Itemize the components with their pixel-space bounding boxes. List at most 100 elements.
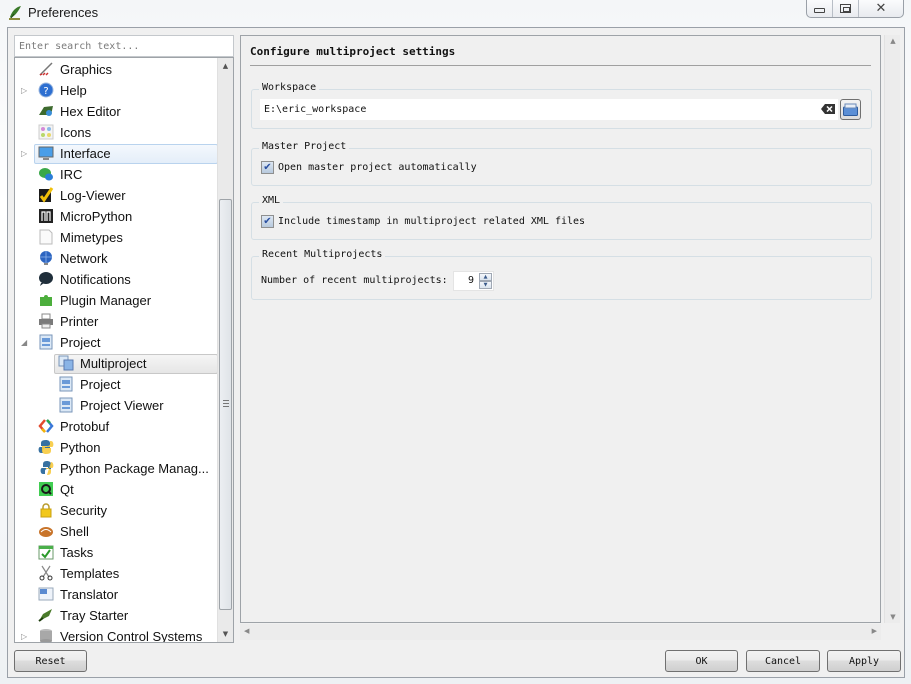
- tree-item-label: Notifications: [60, 272, 131, 287]
- tree-item-hex-editor[interactable]: Hex Editor: [15, 101, 218, 122]
- tree-item-label: Multiproject: [80, 356, 147, 371]
- tree-item-label: Tasks: [60, 545, 94, 560]
- scroll-up-arrow-icon[interactable]: ▲: [887, 37, 899, 45]
- tree-item-templates[interactable]: Templates: [15, 563, 218, 584]
- tree-item-label: Protobuf: [60, 419, 110, 434]
- collapsed-arrow-icon[interactable]: ▷: [21, 87, 29, 95]
- page-title: Configure multiproject settings: [250, 45, 456, 58]
- protobuf-icon: [38, 419, 54, 433]
- tree-item-network[interactable]: Network: [15, 248, 218, 269]
- tree-item-graphics[interactable]: Graphics: [15, 59, 218, 80]
- open-master-project-label[interactable]: Open master project automatically: [278, 162, 477, 173]
- recent-count-value[interactable]: 9: [468, 275, 474, 286]
- preferences-window: Preferences ✕ Graphics ▷? Help Hex Editor Ic…: [0, 0, 911, 684]
- minimize-icon: [814, 8, 825, 13]
- tree-item-version-control-systems[interactable]: ▷ Version Control Systems: [15, 626, 218, 642]
- tree-item-python-package-manag[interactable]: Python Package Manag...: [15, 458, 218, 479]
- network-globe-icon: [40, 251, 52, 265]
- tree-item-printer[interactable]: Printer: [15, 311, 218, 332]
- tree-item-log-viewer[interactable]: Log-Viewer: [15, 185, 218, 206]
- tree-item-translator[interactable]: Translator: [15, 584, 218, 605]
- recent-count-spinbox[interactable]: 9 ▲ ▼: [453, 271, 494, 291]
- tree-item-label: Network: [60, 251, 108, 266]
- apply-button[interactable]: Apply: [827, 650, 901, 672]
- tree-item-shell[interactable]: Shell: [15, 521, 218, 542]
- close-icon: ✕: [875, 1, 887, 16]
- tree-item-tray-starter[interactable]: Tray Starter: [15, 605, 218, 626]
- tree-item-project[interactable]: ◢ Project: [15, 332, 218, 353]
- tree-item-security[interactable]: Security: [15, 500, 218, 521]
- tree-item-label: Security: [60, 503, 107, 518]
- recent-count-label: Number of recent multiprojects:: [261, 275, 448, 286]
- page-horizontal-scrollbar[interactable]: ◀ ▶: [240, 624, 881, 640]
- cancel-button[interactable]: Cancel: [746, 650, 820, 672]
- tree-item-notifications[interactable]: Notifications: [15, 269, 218, 290]
- notifications-icon: [39, 272, 53, 286]
- scroll-down-arrow-icon[interactable]: ▼: [218, 626, 233, 642]
- tree-item-project-viewer[interactable]: Project Viewer: [15, 395, 218, 416]
- tree-item-label: Project: [80, 377, 121, 392]
- tree-item-interface[interactable]: ▷ Interface: [15, 143, 218, 164]
- tree-item-mimetypes[interactable]: Mimetypes: [15, 227, 218, 248]
- reset-button[interactable]: Reset: [14, 650, 87, 672]
- clear-input-icon[interactable]: [821, 104, 835, 114]
- include-timestamp-label[interactable]: Include timestamp in multiproject relate…: [278, 216, 585, 227]
- title-divider: [250, 65, 871, 66]
- tree-item-label: Icons: [60, 125, 92, 140]
- workspace-group-title: Workspace: [259, 82, 320, 93]
- master-project-group-title: Master Project: [259, 141, 350, 152]
- tree-item-micropython[interactable]: MicroPython: [15, 206, 218, 227]
- preferences-tree[interactable]: Graphics ▷? Help Hex Editor Icons ▷ Interface I…: [14, 57, 234, 643]
- svg-text:?: ?: [43, 86, 48, 97]
- scroll-left-arrow-icon[interactable]: ◀: [244, 627, 249, 635]
- window-title: Preferences: [28, 5, 99, 20]
- tasks-check-icon: [38, 545, 54, 560]
- translator-icon: [38, 587, 54, 601]
- maximize-button[interactable]: [833, 0, 859, 17]
- tree-item-tasks[interactable]: Tasks: [15, 542, 218, 563]
- tree-item-python[interactable]: Python: [15, 437, 218, 458]
- log-viewer-icon: [39, 187, 54, 203]
- tree-item-label: Log-Viewer: [60, 188, 126, 203]
- spin-up-icon[interactable]: ▲: [479, 273, 492, 281]
- project-icon: [39, 334, 53, 350]
- project-icon: [59, 397, 73, 413]
- help-icon: ?: [38, 82, 54, 98]
- close-button[interactable]: ✕: [859, 0, 903, 17]
- ok-button[interactable]: OK: [665, 650, 738, 672]
- search-input[interactable]: [14, 35, 234, 57]
- tree-item-label: MicroPython: [60, 209, 133, 224]
- scissors-icon: [39, 565, 53, 581]
- page-vertical-scrollbar[interactable]: ▲ ▼: [884, 35, 900, 623]
- collapsed-arrow-icon[interactable]: ▷: [21, 633, 29, 641]
- spin-down-icon[interactable]: ▼: [479, 281, 492, 289]
- scroll-up-arrow-icon[interactable]: ▲: [218, 58, 233, 74]
- workspace-path-input[interactable]: [260, 99, 838, 120]
- tree-item-qt[interactable]: Qt: [15, 479, 218, 500]
- tree-item-protobuf[interactable]: Protobuf: [15, 416, 218, 437]
- tree-item-multiproject[interactable]: Multiproject: [15, 353, 218, 374]
- select-directory-button[interactable]: [840, 99, 861, 120]
- title-bar[interactable]: Preferences ✕: [0, 0, 911, 27]
- tree-item-plugin-manager[interactable]: Plugin Manager: [15, 290, 218, 311]
- include-timestamp-checkbox[interactable]: ✔: [261, 215, 274, 228]
- tree-item-icons[interactable]: Icons: [15, 122, 218, 143]
- tree-item-label: Plugin Manager: [60, 293, 152, 308]
- tree-item-label: Tray Starter: [60, 608, 129, 623]
- tree-scroll-thumb[interactable]: [219, 199, 232, 610]
- qt-icon: [39, 482, 53, 496]
- tree-item-help[interactable]: ▷? Help: [15, 80, 218, 101]
- micropython-icon: [39, 209, 53, 223]
- tree-vertical-scrollbar[interactable]: ▲ ▼: [217, 58, 233, 642]
- scroll-right-arrow-icon[interactable]: ▶: [872, 627, 877, 635]
- scroll-down-arrow-icon[interactable]: ▼: [887, 613, 899, 621]
- icons-icon: [38, 124, 54, 140]
- open-master-project-checkbox[interactable]: ✔: [261, 161, 274, 174]
- collapsed-arrow-icon[interactable]: ▷: [21, 150, 29, 158]
- minimize-button[interactable]: [807, 0, 833, 17]
- expanded-arrow-icon[interactable]: ◢: [21, 339, 29, 347]
- tree-item-irc[interactable]: IRC: [15, 164, 218, 185]
- tree-item-project[interactable]: Project: [15, 374, 218, 395]
- spin-arrows: ▲ ▼: [479, 273, 492, 289]
- tree-item-label: Templates: [60, 566, 120, 581]
